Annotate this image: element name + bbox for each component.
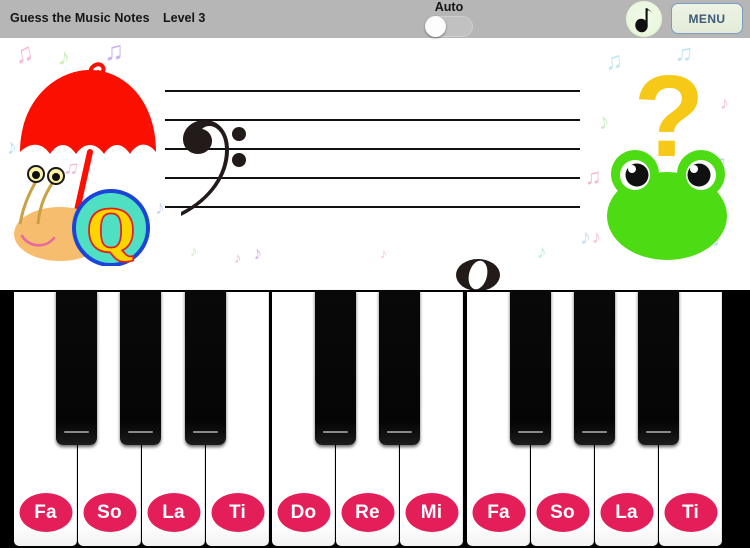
level-label: Level 3 bbox=[163, 11, 206, 25]
black-key-4[interactable] bbox=[379, 290, 420, 445]
staff-line bbox=[165, 90, 580, 92]
key-label-badge[interactable]: Ti bbox=[664, 493, 717, 532]
key-label-badge[interactable]: Do bbox=[277, 493, 330, 532]
auto-toggle[interactable] bbox=[425, 16, 473, 37]
key-label: Fa bbox=[487, 501, 510, 523]
key-label: Ti bbox=[229, 501, 246, 523]
key-label-badge[interactable]: La bbox=[147, 493, 200, 532]
decorative-music-note: ♪ bbox=[234, 250, 242, 267]
snail-character: Q bbox=[14, 62, 156, 266]
decorative-music-note: ♪ bbox=[380, 245, 387, 261]
key-label: So bbox=[550, 501, 575, 523]
key-label-badge[interactable]: La bbox=[600, 493, 653, 532]
auto-label: Auto bbox=[434, 0, 464, 14]
key-label-badge[interactable]: So bbox=[83, 493, 136, 532]
frog-character: ? bbox=[607, 51, 727, 260]
key-label-badge[interactable]: Mi bbox=[405, 493, 458, 532]
whole-note-icon bbox=[456, 259, 500, 290]
key-label-badge[interactable]: So bbox=[536, 493, 589, 532]
black-key-6[interactable] bbox=[574, 290, 615, 445]
menu-button[interactable]: MENU bbox=[671, 3, 743, 34]
top-bar: Guess the Music Notes Level 3 Auto MENU bbox=[0, 0, 750, 38]
decorative-music-note: ♪ bbox=[536, 241, 548, 264]
key-label: Fa bbox=[34, 501, 57, 523]
key-label-badge[interactable]: Fa bbox=[472, 493, 525, 532]
black-key-2[interactable] bbox=[185, 290, 226, 445]
decorative-music-note: ♪ bbox=[251, 242, 264, 264]
snail-shell-letter: Q bbox=[87, 197, 135, 265]
eighth-note-icon[interactable] bbox=[626, 1, 662, 37]
key-label: Mi bbox=[420, 501, 443, 523]
key-label-badge[interactable]: Ti bbox=[211, 493, 264, 532]
key-label-badge[interactable]: Fa bbox=[19, 493, 72, 532]
black-key-7[interactable] bbox=[638, 290, 679, 445]
black-key-3[interactable] bbox=[315, 290, 356, 445]
key-label: Do bbox=[290, 501, 317, 523]
game-stage: ♫♪♫♪♫♪♫♪♪♪♪♪♪♪♫♫♪♫♫♪♫♪♪ Q ? bbox=[0, 38, 750, 290]
black-key-5[interactable] bbox=[510, 290, 551, 445]
black-key-1[interactable] bbox=[120, 290, 161, 445]
key-label: La bbox=[162, 501, 185, 523]
key-label-badge[interactable]: Re bbox=[341, 493, 394, 532]
page-title: Guess the Music Notes bbox=[10, 11, 150, 25]
key-label: Re bbox=[355, 501, 380, 523]
decorative-music-note: ♪ bbox=[190, 243, 198, 260]
menu-button-label: MENU bbox=[688, 11, 726, 26]
auto-toggle-group: Auto bbox=[409, 0, 489, 38]
piano-keyboard: Fa So La Ti Do Re Mi Fa So La Ti bbox=[0, 290, 750, 548]
bass-clef-icon bbox=[181, 120, 246, 216]
key-label: Ti bbox=[682, 501, 699, 523]
key-label: La bbox=[615, 501, 638, 523]
auto-toggle-knob[interactable] bbox=[425, 16, 446, 37]
decorative-music-note: ♪ bbox=[580, 224, 591, 249]
key-label: So bbox=[97, 501, 122, 523]
music-staff bbox=[165, 90, 580, 290]
black-key-0[interactable] bbox=[56, 290, 97, 445]
eighth-note-glyph bbox=[635, 8, 653, 33]
